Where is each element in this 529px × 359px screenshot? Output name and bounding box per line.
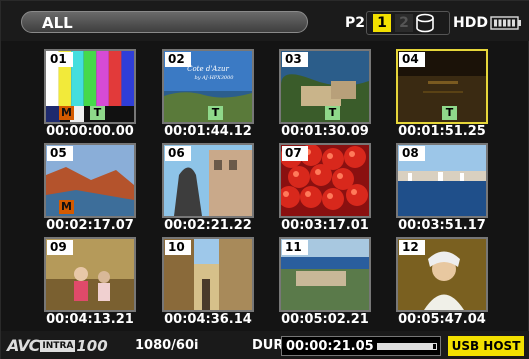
clip-thumbnail-05[interactable]: 05 M [44,143,136,218]
clip-thumbnail-12[interactable]: 12 [396,237,488,312]
clip-timecode: 00:01:51.25 [398,124,486,139]
clip-timecode: 00:03:17.01 [281,218,369,233]
p2-slot-1[interactable]: 1 [373,14,391,32]
clip-thumbnail-01[interactable]: 01 M T [44,49,136,124]
duration-label: DUR [252,338,284,353]
clip-timecode: 00:02:17.07 [46,218,134,233]
clip-number: 09 [47,240,73,255]
clip-timecode: 00:03:51.17 [398,218,486,233]
clip-number: 05 [47,146,73,161]
clip-number: 08 [399,146,425,161]
clip-flag-t: T [208,106,223,120]
clip-number: 01 [47,52,73,67]
clip-thumbnail-06[interactable]: 06 [162,143,254,218]
clip-thumbnail-04[interactable]: 04 T [396,49,488,124]
top-status-bar: ALL P2 1 2 HDD [1,1,529,41]
duration-progress-bar [377,343,437,350]
clip-flag-t: T [325,106,340,120]
clip-thumbnail-11[interactable]: 11 [279,237,371,312]
clip-timecode: 00:01:44.12 [164,124,252,139]
svg-text:by AJ-HPX3000: by AJ-HPX3000 [195,75,235,81]
usb-host-button[interactable]: USB HOST [448,336,524,356]
clip-thumbnail-02[interactable]: Cote d'Azur by AJ-HPX3000 02 T [162,49,254,124]
clip-number: 12 [399,240,425,255]
clip-filter-label: ALL [42,14,73,32]
codec-intra: INTRA [40,339,76,352]
clip-thumbnail-08[interactable]: 08 [396,143,488,218]
clip-flag-m: M [59,200,74,214]
clip-thumbnail-09[interactable]: 09 [44,237,136,312]
clip-thumbnail-03[interactable]: 03 T [279,49,371,124]
clip-flag-m: M [59,106,74,120]
clip-number: 04 [399,52,425,67]
hdd-label: HDD [453,15,488,31]
codec-logo: AVC INTRA 100 [7,336,108,355]
clip-filter-selector[interactable]: ALL [21,11,308,33]
clip-timecode: 00:05:47.04 [398,312,486,327]
clip-timecode: 00:02:21.22 [164,218,252,233]
duration-display: 00:00:21.05 [281,336,441,356]
hdd-disk-icon [416,13,434,33]
clip-timecode: 00:04:13.21 [46,312,134,327]
clip-number: 11 [282,240,308,255]
clip-number: 03 [282,52,308,67]
duration-value: 00:00:21.05 [286,339,374,354]
clip-number: 02 [165,52,191,67]
clip-timecode: 00:04:36.14 [164,312,252,327]
video-format: 1080/60i [135,338,199,353]
thumbnail-screen: ALL P2 1 2 HDD 01 M T 00:00:00.00 Cote d'Az… [0,0,529,359]
clip-number: 06 [165,146,191,161]
svg-text:Cote d'Azur: Cote d'Azur [187,65,229,73]
codec-avc: AVC [7,336,40,355]
battery-icon [490,16,521,30]
p2-slot-2[interactable]: 2 [395,14,413,32]
clip-timecode: 00:00:00.00 [46,124,134,139]
p2-label: P2 [345,15,366,31]
clip-number: 07 [282,146,308,161]
codec-rate: 100 [76,336,108,355]
clip-number: 10 [165,240,191,255]
clip-timecode: 00:05:02.21 [281,312,369,327]
clip-thumbnail-07[interactable]: 07 [279,143,371,218]
duration-progress-fill [378,344,434,349]
clip-flag-t: T [442,106,457,120]
bottom-status-bar: AVC INTRA 100 1080/60i DUR 00:00:21.05 U… [1,331,529,359]
clip-thumbnail-10[interactable]: 10 [162,237,254,312]
clip-timecode: 00:01:30.09 [281,124,369,139]
clip-flag-t: T [90,106,105,120]
